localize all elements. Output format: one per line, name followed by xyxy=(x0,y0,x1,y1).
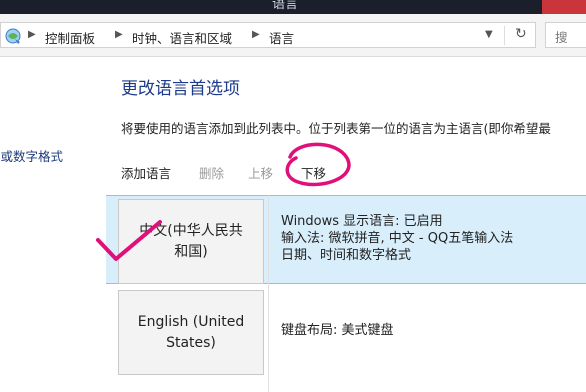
move-down-button[interactable]: 下移 xyxy=(301,163,326,182)
refresh-icon[interactable]: ↻ xyxy=(515,26,527,42)
language-tile-name: English (United xyxy=(137,313,245,330)
title-bar: 语言 xyxy=(0,0,586,14)
chevron-down-icon[interactable]: ▼ xyxy=(485,29,493,40)
language-tile-name: 和国) xyxy=(174,243,208,260)
input-methods: 输入法: 微软拼音, 中文 - QQ五笔输入法 xyxy=(281,231,514,246)
breadcrumb[interactable]: ▶ 控制面板 ▶ 时钟、语言和区域 ▶ 语言 ▼ ↻ xyxy=(0,22,536,48)
language-details: 键盘布局: 美式键盘 xyxy=(281,322,394,339)
chevron-right-icon: ▶ xyxy=(28,29,36,40)
language-tile-chinese[interactable]: 中文(中华人民共 和国) xyxy=(118,199,264,284)
close-button[interactable] xyxy=(542,0,586,14)
keyboard-layout: 键盘布局: 美式键盘 xyxy=(281,323,394,338)
chevron-right-icon: ▶ xyxy=(115,29,123,40)
language-tile-english[interactable]: English (United States) xyxy=(118,290,264,375)
move-up-button[interactable]: 上移 xyxy=(248,163,273,182)
chevron-right-icon: ▶ xyxy=(252,29,260,40)
divider xyxy=(268,195,269,392)
page-description: 将要使用的语言添加到此列表中。位于列表第一位的语言为主语言(即你希望最 xyxy=(121,121,551,136)
breadcrumb-item-language[interactable]: 语言 xyxy=(269,28,294,47)
display-language-status: Windows 显示语言: 已启用 xyxy=(281,214,443,229)
search-input[interactable]: 搜 xyxy=(545,22,586,48)
breadcrumb-item-control-panel[interactable]: 控制面板 xyxy=(45,28,95,47)
add-language-button[interactable]: 添加语言 xyxy=(121,163,171,182)
control-panel-icon xyxy=(5,28,21,44)
language-tile-name: States) xyxy=(166,334,216,351)
breadcrumb-item-clock-language-region[interactable]: 时钟、语言和区域 xyxy=(132,28,232,47)
window-title: 语言 xyxy=(272,0,299,12)
page-title: 更改语言首选项 xyxy=(121,79,240,99)
language-details: Windows 显示语言: 已启用 输入法: 微软拼音, 中文 - QQ五笔输入… xyxy=(281,213,513,264)
format-info: 日期、时间和数字格式 xyxy=(281,248,412,263)
search-placeholder: 搜 xyxy=(555,30,568,45)
address-bar: ▶ 控制面板 ▶ 时钟、语言和区域 ▶ 语言 ▼ ↻ 搜 xyxy=(0,14,586,57)
divider xyxy=(504,26,505,45)
language-tile-name: 中文(中华人民共 xyxy=(139,222,243,239)
remove-button[interactable]: 删除 xyxy=(199,163,224,182)
sidebar-link-date-time-number-format[interactable]: 间或数字格式 xyxy=(0,146,63,165)
